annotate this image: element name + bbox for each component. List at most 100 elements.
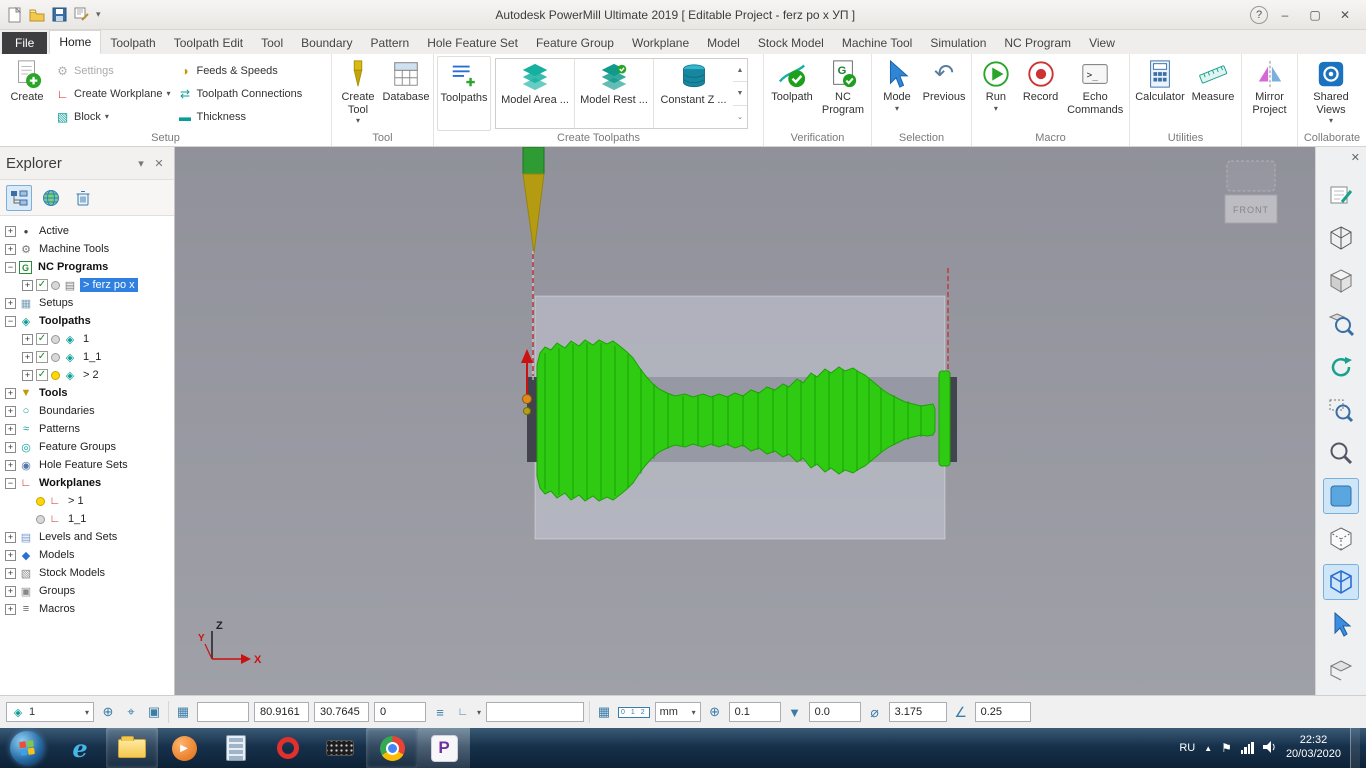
save-project-icon[interactable] [52, 7, 67, 22]
tree-item-ferz-po-x[interactable]: + ✓ ▤ > ferz po x [0, 276, 174, 294]
grid-toggle-icon[interactable]: ▦ [174, 704, 192, 720]
expand-icon[interactable]: + [5, 459, 16, 471]
language-indicator[interactable]: RU [1179, 742, 1195, 754]
tab-simulation[interactable]: Simulation [921, 32, 995, 54]
zoom-button[interactable] [1323, 435, 1359, 471]
check-icon[interactable]: ✓ [36, 369, 48, 381]
wireframe-display-button[interactable] [1323, 564, 1359, 600]
collapse-icon[interactable]: − [5, 315, 16, 327]
tolerance-field[interactable]: 0.1 [728, 702, 781, 722]
visibility-bulb-icon[interactable] [51, 280, 60, 290]
taskbar-powermill[interactable]: P [418, 728, 470, 768]
units-combo[interactable]: mm ▾ [654, 702, 701, 722]
tip-radius-icon[interactable]: ∠ [952, 704, 970, 721]
gallery-scroll-up-icon[interactable]: ▲ [733, 59, 747, 83]
tree-item-stock-models[interactable]: + ▧ Stock Models [0, 564, 174, 582]
shaded-cube-button[interactable] [1323, 263, 1359, 299]
grid-size-field[interactable] [197, 702, 249, 722]
tab-pattern[interactable]: Pattern [362, 32, 419, 54]
tab-tool[interactable]: Tool [252, 32, 292, 54]
tab-machine-tool[interactable]: Machine Tool [833, 32, 922, 54]
tab-model[interactable]: Model [698, 32, 749, 54]
tab-toolpath-edit[interactable]: Toolpath Edit [165, 32, 252, 54]
tree-item-boundaries[interactable]: + ○ Boundaries [0, 402, 174, 420]
capture-icon[interactable] [74, 7, 89, 22]
zoom-to-fit-button[interactable] [1323, 306, 1359, 342]
shaded-display-button[interactable] [1323, 478, 1359, 514]
view-toolbar-close-icon[interactable]: ✕ [1351, 151, 1360, 164]
volume-icon[interactable] [1262, 740, 1277, 756]
visibility-bulb-icon[interactable] [51, 352, 60, 362]
expand-icon[interactable]: + [5, 423, 16, 435]
tool-database-button[interactable]: Database [382, 56, 430, 131]
explorer-tree-view-button[interactable] [6, 184, 32, 211]
tree-item-active[interactable]: + ● Active [0, 222, 174, 240]
collapse-icon[interactable]: − [5, 477, 16, 489]
expand-icon[interactable]: + [5, 531, 16, 543]
expand-icon[interactable]: + [22, 369, 33, 381]
expand-icon[interactable]: + [5, 549, 16, 561]
workplane-mini-icon[interactable]: ∟ [454, 706, 472, 718]
create-tool-button[interactable]: Create Tool ▾ [335, 56, 381, 131]
verify-nc-program-button[interactable]: G NC Program [818, 56, 868, 131]
zoom-window-button[interactable] [1323, 392, 1359, 428]
wireframe-cube-button[interactable] [1323, 220, 1359, 256]
tree-item-groups[interactable]: + ▣ Groups [0, 582, 174, 600]
taskbar-keyboard[interactable] [314, 728, 366, 768]
cursor-position-toggle-icon[interactable]: ⊕ [99, 704, 117, 720]
explorer-web-button[interactable] [38, 185, 64, 211]
tab-file[interactable]: File [2, 32, 48, 54]
start-button[interactable] [0, 731, 54, 765]
explorer-delete-button[interactable] [70, 185, 96, 211]
gallery-scroll-down-icon[interactable]: ▼ [733, 82, 747, 106]
expand-icon[interactable]: + [5, 243, 16, 255]
diameter-icon[interactable]: ⌀ [866, 704, 884, 721]
tab-workplane[interactable]: Workplane [623, 32, 698, 54]
tree-item-workplane-1-1[interactable]: ∟ 1_1 [0, 510, 174, 528]
calculator-button[interactable]: Calculator [1133, 56, 1187, 131]
expand-icon[interactable]: + [5, 567, 16, 579]
tree-item-toolpaths[interactable]: − ◈ Toolpaths [0, 312, 174, 330]
taskbar-clock[interactable]: 22:32 20/03/2020 [1286, 734, 1341, 762]
expand-icon[interactable]: + [22, 279, 33, 291]
tab-hole-feature-set[interactable]: Hole Feature Set [418, 32, 527, 54]
toolpath-connections-button[interactable]: ⇄ Toolpath Connections [174, 84, 305, 103]
toolpaths-button[interactable]: Toolpaths [437, 56, 491, 131]
coordinate-list-icon[interactable]: ≡ [431, 705, 449, 720]
tool-diameter-field[interactable]: 3.175 [888, 702, 947, 722]
ruler-icon[interactable]: 0 1 2 [618, 706, 650, 718]
visibility-bulb-icon[interactable] [36, 514, 45, 524]
check-icon[interactable]: ✓ [36, 333, 48, 345]
tab-feature-group[interactable]: Feature Group [527, 32, 623, 54]
thickness-tool-icon[interactable]: ▼ [786, 705, 804, 720]
expand-icon[interactable]: + [5, 225, 16, 237]
thickness-button[interactable]: ▬ Thickness [174, 107, 305, 126]
taskbar-file-explorer[interactable] [106, 728, 158, 768]
selection-mode-button[interactable]: Mode ▾ [875, 56, 919, 131]
tab-nc-program[interactable]: NC Program [995, 32, 1080, 54]
close-button[interactable]: ✕ [1332, 5, 1358, 25]
tray-flag-icon[interactable]: ⚑ [1221, 741, 1232, 755]
show-desktop-button[interactable] [1350, 728, 1360, 768]
mirror-project-button[interactable]: Mirror Project [1245, 56, 1294, 131]
new-project-icon[interactable] [8, 6, 22, 23]
select-cursor-button[interactable] [1323, 607, 1359, 643]
tree-item-macros[interactable]: + ≡ Macros [0, 600, 174, 618]
tolerance-icon[interactable]: ⊕ [706, 704, 724, 720]
gallery-expand-icon[interactable]: ⌄ [733, 106, 747, 128]
tree-item-toolpath-2[interactable]: + ✓ ◈ > 2 [0, 366, 174, 384]
visibility-bulb-on-icon[interactable] [51, 370, 60, 380]
tree-item-toolpath-1-1[interactable]: + ✓ ◈ 1_1 [0, 348, 174, 366]
tree-item-patterns[interactable]: + ≈ Patterns [0, 420, 174, 438]
tray-expand-icon[interactable]: ▲ [1204, 744, 1212, 753]
network-icon[interactable] [1240, 742, 1254, 754]
tab-boundary[interactable]: Boundary [292, 32, 361, 54]
echo-commands-button[interactable]: >_ Echo Commands [1064, 56, 1126, 131]
coordinate-y-field[interactable]: 30.7645 [314, 702, 369, 722]
shared-views-button[interactable]: Shared Views ▾ [1301, 56, 1361, 131]
thickness-field[interactable]: 0.0 [808, 702, 861, 722]
taskbar-opera[interactable] [262, 728, 314, 768]
taskbar-internet-explorer[interactable]: e [54, 728, 106, 768]
tab-view[interactable]: View [1080, 32, 1124, 54]
taskbar-calculator[interactable] [210, 728, 262, 768]
